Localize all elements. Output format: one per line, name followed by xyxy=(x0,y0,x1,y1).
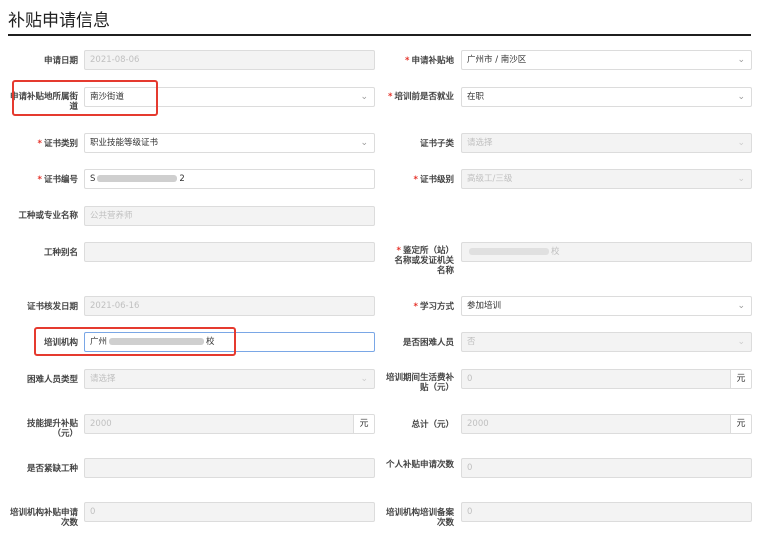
required-mark: * xyxy=(37,175,42,185)
chevron-down-icon: ⌄ xyxy=(737,138,745,148)
unit-yuan: 元 xyxy=(730,415,751,433)
label-cert-category: * 证书类别 xyxy=(37,139,78,149)
living-subsidy-field: 0元 xyxy=(461,369,752,389)
required-mark: * xyxy=(37,139,42,149)
required-mark: * xyxy=(413,302,418,312)
subsidy-location-select[interactable]: 广州市 / 南沙区 ⌄ xyxy=(461,50,752,70)
required-mark: * xyxy=(405,56,410,66)
required-mark: * xyxy=(388,92,393,102)
label-hardship-type: 困难人员类型 xyxy=(26,375,78,385)
redacted-text xyxy=(469,248,549,255)
unit-yuan: 元 xyxy=(353,415,374,433)
label-job-alias: 工种别名 xyxy=(43,248,78,258)
chevron-down-icon: ⌄ xyxy=(737,337,745,347)
required-mark: * xyxy=(413,175,418,185)
label-cert-number: * 证书编号 xyxy=(37,175,78,185)
label-org-record-count: 培训机构培训备案次数 xyxy=(385,508,454,528)
apply-date-field: 2021-08-06 xyxy=(84,50,375,70)
job-alias-field xyxy=(84,242,375,262)
label-subsidy-location: * 申请补贴地 xyxy=(405,56,454,66)
cert-category-select[interactable]: 职业技能等级证书 ⌄ xyxy=(84,133,375,153)
label-job-name: 工种或专业名称 xyxy=(18,211,78,221)
appraisal-org-field: 校 xyxy=(461,242,752,262)
cert-issue-date-field: 2021-06-16 xyxy=(84,296,375,316)
label-skill-subsidy: 技能提升补贴（元） xyxy=(26,419,78,439)
study-mode-select[interactable]: 参加培训 ⌄ xyxy=(461,296,752,316)
redacted-text xyxy=(97,175,178,182)
label-living-subsidy: 培训期间生活费补贴（元） xyxy=(385,373,454,393)
personal-apply-count-field: 0 xyxy=(461,458,752,478)
total-field: 2000 元 xyxy=(461,414,752,434)
label-cert-level: * 证书级别 xyxy=(413,175,454,185)
label-is-shortage: 是否紧缺工种 xyxy=(26,464,78,474)
is-shortage-field xyxy=(84,458,375,478)
label-personal-apply-count: 个人补贴申请次数 xyxy=(385,460,454,470)
org-record-count-field: 0 xyxy=(461,502,752,522)
skill-subsidy-field: 2000 元 xyxy=(84,414,375,434)
chevron-down-icon: ⌄ xyxy=(737,174,745,184)
page-title: 补贴申请信息 xyxy=(8,11,110,31)
unit-yuan: 元 xyxy=(730,370,751,388)
label-org-apply-count: 培训机构补贴申请次数 xyxy=(9,508,78,528)
highlight-box-training-org xyxy=(34,327,236,356)
label-cert-subtype: 证书子类 xyxy=(419,139,454,149)
chevron-down-icon: ⌄ xyxy=(360,374,368,384)
cert-number-input[interactable]: S2 xyxy=(84,169,375,189)
required-mark: * xyxy=(396,246,401,256)
highlight-box-street xyxy=(12,80,158,116)
employed-before-select[interactable]: 在职 ⌄ xyxy=(461,87,752,107)
title-divider xyxy=(8,34,751,36)
org-apply-count-field: 0 xyxy=(84,502,375,522)
label-cert-issue-date: 证书核发日期 xyxy=(26,302,78,312)
chevron-down-icon: ⌄ xyxy=(360,138,368,148)
is-hardship-select[interactable]: 否 ⌄ xyxy=(461,332,752,352)
cert-level-select[interactable]: 高级工/三级 ⌄ xyxy=(461,169,752,189)
chevron-down-icon: ⌄ xyxy=(360,92,368,102)
label-is-hardship: 是否困难人员 xyxy=(402,338,454,348)
chevron-down-icon: ⌄ xyxy=(737,92,745,102)
chevron-down-icon: ⌄ xyxy=(737,55,745,65)
label-study-mode: * 学习方式 xyxy=(413,302,454,312)
label-apply-date: 申请日期 xyxy=(43,56,78,66)
label-appraisal-org: * 鉴定所（站）名称或发证机关名称 xyxy=(394,246,454,276)
hardship-type-select[interactable]: 请选择 ⌄ xyxy=(84,369,375,389)
label-total: 总计（元） xyxy=(411,420,454,430)
label-employed-before: * 培训前是否就业 xyxy=(388,92,454,102)
chevron-down-icon: ⌄ xyxy=(737,301,745,311)
job-name-field: 公共营养师 xyxy=(84,206,375,226)
cert-subtype-select[interactable]: 请选择 ⌄ xyxy=(461,133,752,153)
